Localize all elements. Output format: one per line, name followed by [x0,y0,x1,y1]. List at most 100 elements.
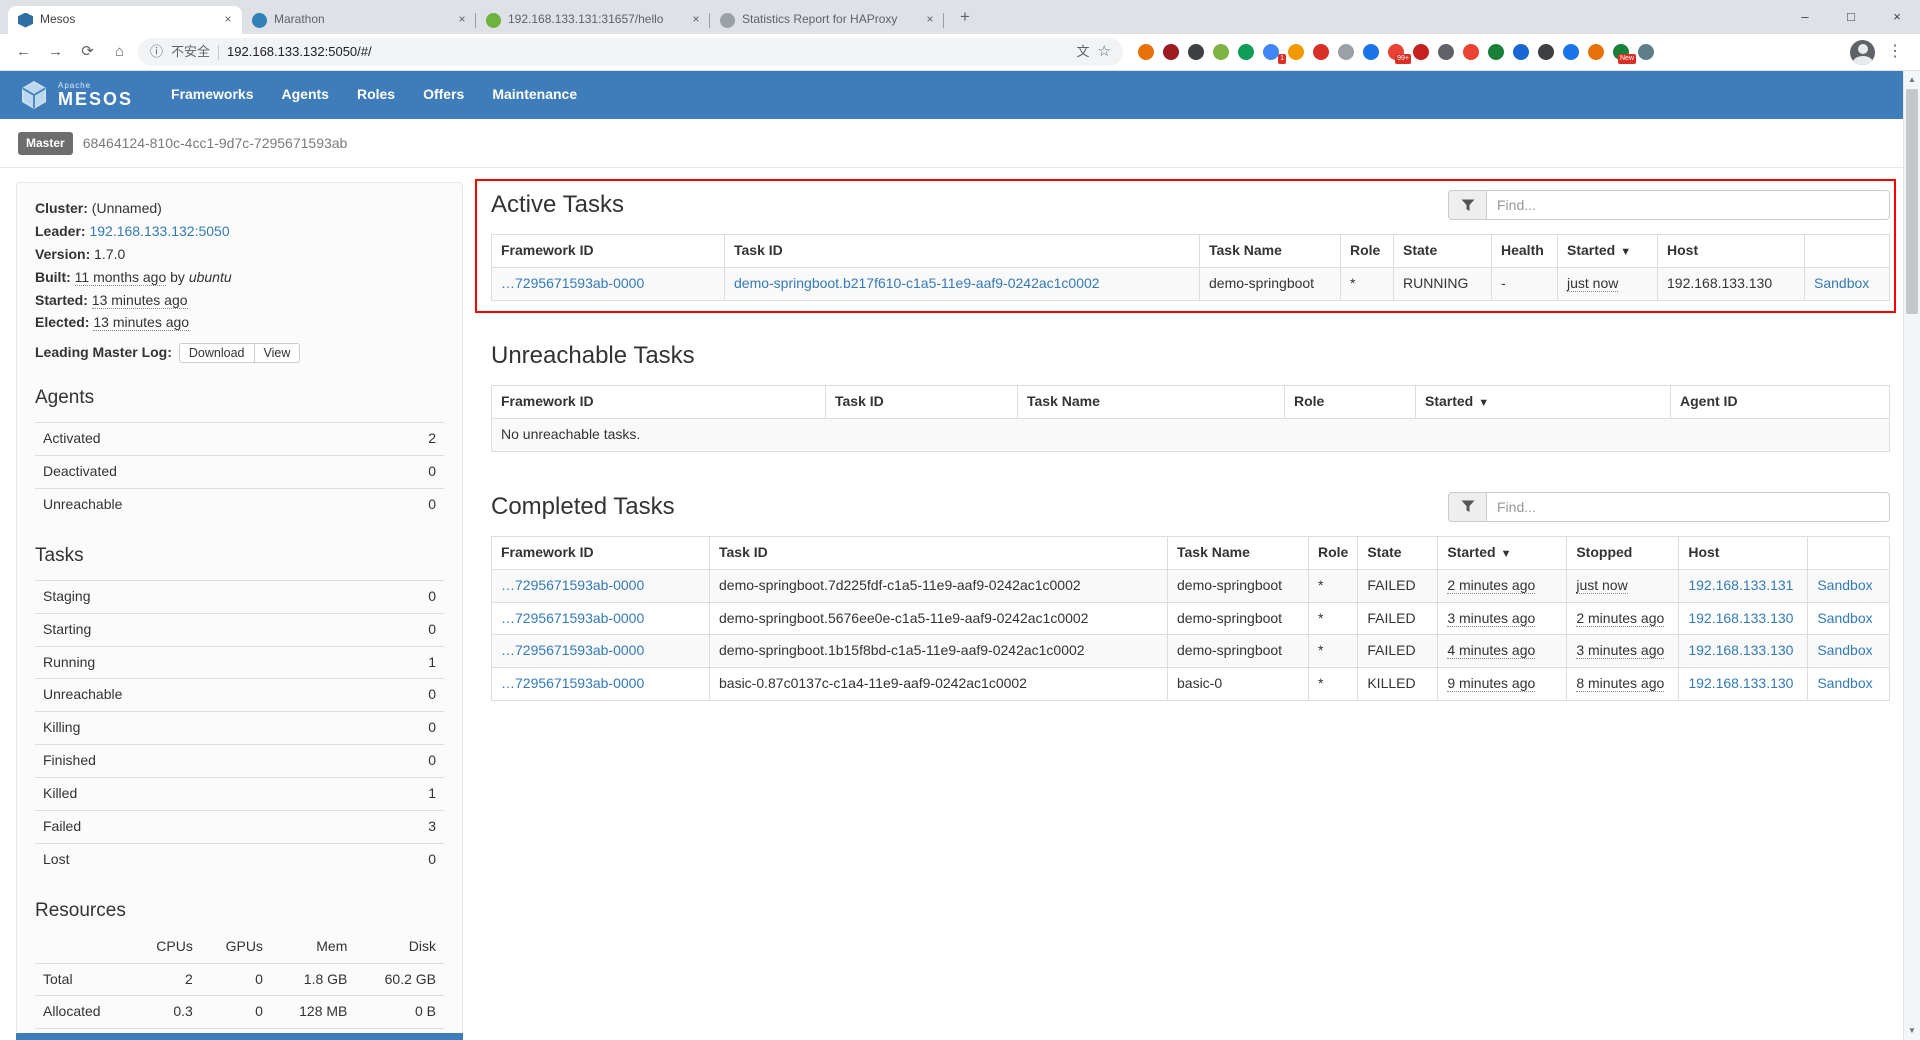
tab-close-icon[interactable]: × [454,12,470,28]
col-framework-id[interactable]: Framework ID [492,385,826,418]
minimize-button[interactable]: – [1782,0,1828,34]
col-task-name[interactable]: Task Name [1200,235,1341,268]
scroll-up-arrow[interactable]: ▲ [1904,72,1920,88]
col-task-name[interactable]: Task Name [1168,536,1309,569]
col-stopped[interactable]: Stopped [1567,536,1679,569]
col-framework-id[interactable]: Framework ID [492,235,725,268]
col-agent-id[interactable]: Agent ID [1671,385,1890,418]
extension-icon[interactable] [1338,44,1354,60]
framework-link[interactable]: …7295671593ab-0000 [501,577,644,593]
col-task-id[interactable]: Task ID [710,536,1168,569]
extension-icon[interactable]: 99+ [1388,44,1404,60]
nav-maintenance[interactable]: Maintenance [478,85,591,105]
host-link[interactable]: 192.168.133.130 [1688,675,1793,691]
col-role[interactable]: Role [1309,536,1358,569]
extension-icon[interactable] [1363,44,1379,60]
leader-link[interactable]: 192.168.133.132:5050 [89,223,229,239]
extension-icon[interactable] [1288,44,1304,60]
sandbox-link[interactable]: Sandbox [1817,675,1872,691]
host-link[interactable]: 192.168.133.131 [1688,577,1793,593]
host-link[interactable]: 192.168.133.130 [1688,610,1793,626]
extension-icon[interactable] [1238,44,1254,60]
framework-link[interactable]: …7295671593ab-0000 [501,675,644,691]
refresh-button[interactable]: ⟳ [74,39,101,66]
task-id-link[interactable]: demo-springboot.b217f610-c1a5-11e9-aaf9-… [734,275,1100,291]
framework-link[interactable]: …7295671593ab-0000 [501,642,644,658]
nav-frameworks[interactable]: Frameworks [157,85,267,105]
mesos-home-link[interactable]: Apache MESOS [18,79,133,111]
col-task-id[interactable]: Task ID [725,235,1200,268]
extension-icon[interactable]: 1 [1263,44,1279,60]
extension-icon[interactable] [1313,44,1329,60]
col-task-name[interactable]: Task Name [1018,385,1285,418]
active-tasks-find-input[interactable] [1486,190,1890,220]
maximize-button[interactable]: □ [1828,0,1874,34]
back-button[interactable]: ← [10,39,37,66]
extension-icon[interactable] [1163,44,1179,60]
col-started[interactable]: Started▼ [1558,235,1658,268]
scroll-down-arrow[interactable]: ▼ [1904,1023,1920,1039]
tab-hello-app[interactable]: 192.168.133.131:31657/hello × [476,6,710,34]
task-stopped: 8 minutes ago [1576,675,1664,692]
framework-link[interactable]: …7295671593ab-0000 [501,610,644,626]
extension-icon[interactable] [1463,44,1479,60]
extension-icon[interactable] [1513,44,1529,60]
scrollbar-thumb[interactable] [1906,89,1918,314]
col-framework-id[interactable]: Framework ID [492,536,710,569]
completed-tasks-find-input[interactable] [1486,492,1890,522]
col-started[interactable]: Started▼ [1416,385,1671,418]
tab-mesos[interactable]: Mesos × [8,6,242,34]
forward-button[interactable]: → [42,39,69,66]
nav-roles[interactable]: Roles [343,85,409,105]
browser-menu-button[interactable]: ⋮ [1880,41,1910,64]
extension-icon[interactable] [1213,44,1229,60]
log-view-button[interactable]: View [254,343,301,363]
col-role[interactable]: Role [1285,385,1416,418]
extension-icon[interactable] [1588,44,1604,60]
col-state[interactable]: State [1358,536,1438,569]
nav-offers[interactable]: Offers [409,85,478,105]
extension-icon[interactable] [1138,44,1154,60]
new-tab-button[interactable]: + [952,4,978,30]
home-button[interactable]: ⌂ [106,39,133,66]
tab-marathon[interactable]: Marathon × [242,6,476,34]
extension-icon[interactable] [1538,44,1554,60]
framework-link[interactable]: …7295671593ab-0000 [501,275,644,291]
extension-icon[interactable] [1488,44,1504,60]
extension-icon[interactable] [1438,44,1454,60]
col-health[interactable]: Health [1492,235,1558,268]
sandbox-link[interactable]: Sandbox [1817,577,1872,593]
site-info-icon[interactable]: ⓘ [150,43,163,61]
host-link[interactable]: 192.168.133.130 [1688,642,1793,658]
tab-haproxy-stats[interactable]: Statistics Report for HAProxy × [710,6,944,34]
omnibox[interactable]: ⓘ 不安全 192.168.133.132:5050/#/ 文 ☆ [138,38,1123,66]
profile-avatar[interactable] [1850,40,1875,65]
filter-icon-button[interactable] [1448,492,1486,522]
col-started[interactable]: Started▼ [1438,536,1567,569]
sandbox-link[interactable]: Sandbox [1814,275,1869,291]
col-host[interactable]: Host [1679,536,1808,569]
nav-agents[interactable]: Agents [268,85,343,105]
tab-close-icon[interactable]: × [688,12,704,28]
page-scrollbar[interactable]: ▲ ▼ [1903,71,1920,1040]
col-host[interactable]: Host [1658,235,1805,268]
extension-icon[interactable] [1638,44,1654,60]
extension-icon[interactable] [1563,44,1579,60]
sandbox-link[interactable]: Sandbox [1817,642,1872,658]
col-role[interactable]: Role [1341,235,1394,268]
task-id: basic-0.87c0137c-c1a4-11e9-aaf9-0242ac1c… [710,668,1168,701]
log-download-button[interactable]: Download [179,343,255,363]
extension-icon[interactable] [1413,44,1429,60]
filter-icon-button[interactable] [1448,190,1486,220]
extension-icon[interactable] [1188,44,1204,60]
col-sandbox [1808,536,1890,569]
tab-close-icon[interactable]: × [220,12,236,28]
close-button[interactable]: × [1874,0,1920,34]
col-state[interactable]: State [1394,235,1492,268]
col-task-id[interactable]: Task ID [826,385,1018,418]
extension-icon[interactable]: New [1613,44,1629,60]
bookmark-star-icon[interactable]: ☆ [1098,41,1111,62]
tab-close-icon[interactable]: × [922,12,938,28]
sandbox-link[interactable]: Sandbox [1817,610,1872,626]
translate-icon[interactable]: 文 [1077,43,1090,61]
